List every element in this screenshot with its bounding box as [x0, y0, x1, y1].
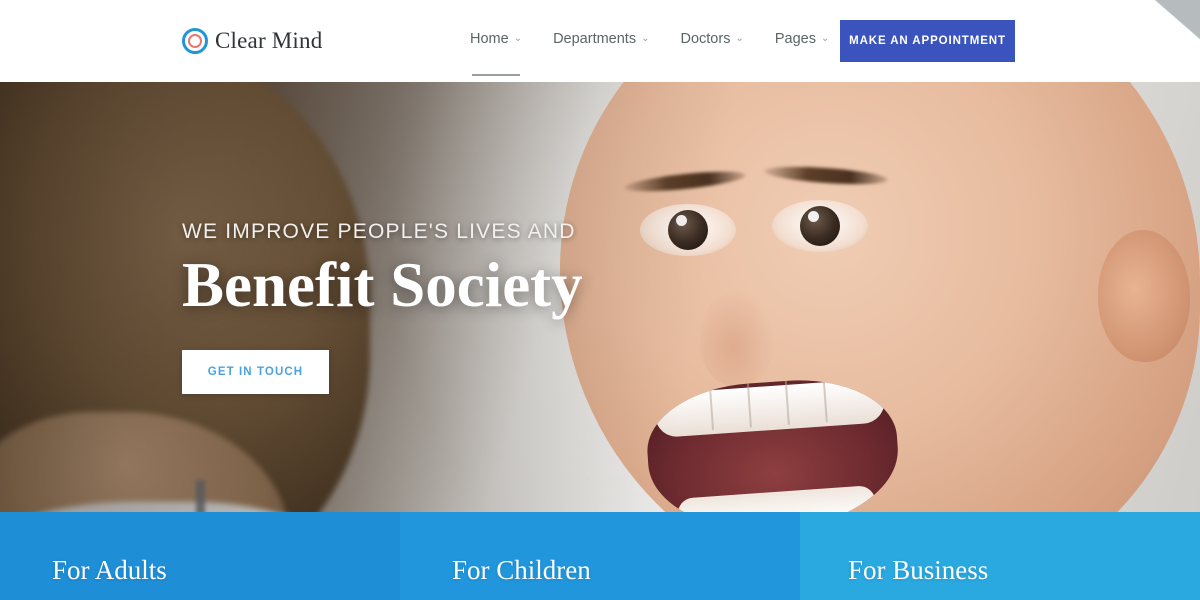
nav-label-home: Home	[470, 31, 509, 47]
logo-text: Clear Mind	[215, 28, 323, 53]
hero-copy: WE IMPROVE PEOPLE'S LIVES AND Benefit So…	[182, 220, 583, 395]
service-panel-for-business[interactable]: For Business	[800, 512, 1200, 600]
service-panel-for-adults[interactable]: For Adults	[0, 512, 400, 600]
hero-slider: WE IMPROVE PEOPLE'S LIVES AND Benefit So…	[0, 82, 1200, 512]
service-panel-for-children[interactable]: For Children	[400, 512, 800, 600]
nav-item-home[interactable]: Home ⌄	[470, 31, 523, 76]
nav-item-doctors[interactable]: Doctors ⌄	[680, 31, 743, 51]
service-panel-title: For Adults	[52, 555, 167, 585]
corner-triangle-decoration	[1154, 0, 1200, 40]
site-header: Clear Mind Home ⌄ Departments ⌄ Doctors …	[0, 0, 1200, 82]
nav-item-pages[interactable]: Pages ⌄	[775, 31, 830, 51]
chevron-down-icon: ⌄	[641, 33, 650, 44]
hero-title: Benefit Society	[182, 250, 583, 320]
site-logo[interactable]: Clear Mind	[182, 28, 322, 54]
ring-logo-icon	[182, 28, 208, 54]
get-in-touch-button[interactable]: GET IN TOUCH	[182, 350, 329, 395]
chevron-down-icon: ⌄	[820, 33, 830, 44]
make-an-appointment-button[interactable]: MAKE AN APPOINTMENT	[840, 20, 1015, 62]
ring-logo-inner-icon	[188, 34, 202, 48]
page-root: Clear Mind Home ⌄ Departments ⌄ Doctors …	[0, 0, 1200, 600]
chevron-down-icon: ⌄	[513, 33, 523, 44]
nav-label-pages: Pages	[774, 31, 816, 47]
hero-overlay-tint	[0, 82, 1200, 512]
hero-kicker: WE IMPROVE PEOPLE'S LIVES AND	[182, 220, 576, 243]
hero-background-photo	[0, 82, 1200, 512]
nav-item-departments[interactable]: Departments ⌄	[553, 31, 649, 51]
service-panels: For Adults For Children For Business	[0, 512, 1200, 600]
service-panel-title: For Children	[452, 555, 591, 585]
service-panel-title: For Business	[848, 555, 989, 585]
nav-label-doctors: Doctors	[680, 31, 731, 47]
nav-label-departments: Departments	[553, 31, 637, 47]
chevron-down-icon: ⌄	[735, 33, 744, 44]
